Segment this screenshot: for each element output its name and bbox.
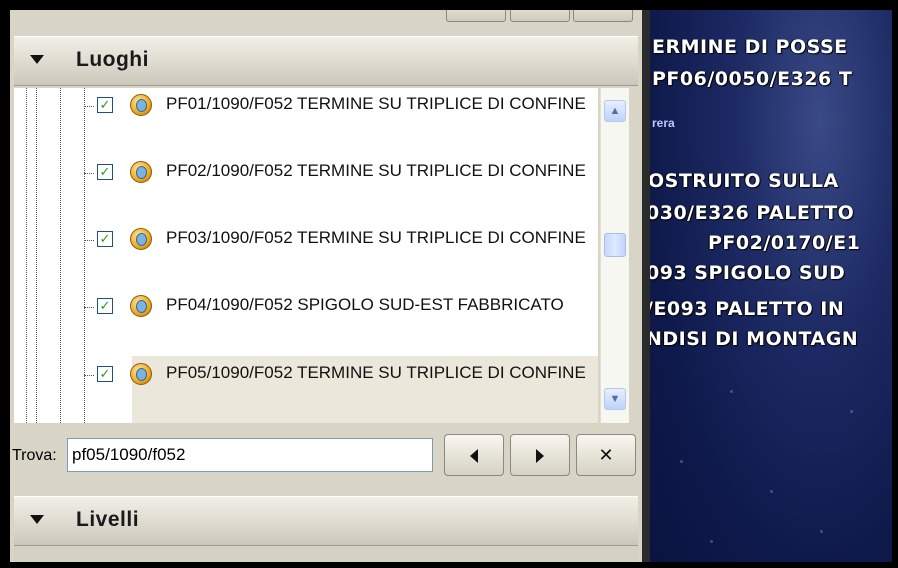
- placemark-icon: [130, 228, 152, 250]
- map-label[interactable]: /E093 PALETTO IN: [650, 298, 844, 320]
- places-section-header[interactable]: Luoghi: [14, 36, 638, 86]
- collapse-triangle-icon[interactable]: [30, 55, 44, 64]
- placemark-icon: [130, 295, 152, 317]
- map-view[interactable]: ERMINE DI POSSE PF06/0050/E326 T rera OS…: [650, 10, 892, 562]
- checkbox-checked-icon[interactable]: ✓: [97, 366, 113, 382]
- find-previous-button[interactable]: [444, 434, 504, 476]
- tree-item[interactable]: ✓ PF02/1090/F052 TERMINE SU TRIPLICE DI …: [14, 160, 598, 228]
- scroll-down-icon[interactable]: ▼: [604, 388, 626, 410]
- tree-item[interactable]: ✓ PF03/1090/F052 TERMINE SU TRIPLICE DI …: [14, 227, 598, 295]
- placemark-icon: [130, 161, 152, 183]
- map-label[interactable]: 030/E326 PALETTO: [650, 202, 854, 224]
- panel-divider[interactable]: [642, 10, 650, 562]
- map-label[interactable]: OSTRUITO SULLA: [650, 170, 839, 192]
- tree-item[interactable]: ✓ PF04/1090/F052 SPIGOLO SUD-EST FABBRIC…: [14, 294, 598, 362]
- tree-item-label: PF04/1090/F052 SPIGOLO SUD-EST FABBRICAT…: [166, 295, 564, 314]
- placemark-icon: [130, 94, 152, 116]
- map-label[interactable]: PF02/0170/E1: [708, 232, 860, 254]
- find-input[interactable]: [67, 438, 433, 472]
- layers-section-header[interactable]: Livelli: [14, 496, 638, 546]
- sidebar-panel: Luoghi ✓ PF01/1090/F052 TERMINE SU TRIPL…: [10, 10, 642, 562]
- find-close-button[interactable]: ✕: [576, 434, 636, 476]
- tree-item-label: PF02/1090/F052 TERMINE SU TRIPLICE DI CO…: [166, 161, 586, 180]
- map-label[interactable]: ERMINE DI POSSE: [652, 36, 848, 58]
- tree-item-label: PF05/1090/F052 TERMINE SU TRIPLICE DI CO…: [166, 363, 586, 382]
- close-icon: ✕: [598, 445, 614, 465]
- layers-content: [14, 546, 638, 562]
- find-next-button[interactable]: [510, 434, 570, 476]
- map-label[interactable]: 093 SPIGOLO SUD: [650, 262, 845, 284]
- tree-item[interactable]: ✓ PF01/1090/F052 TERMINE SU TRIPLICE DI …: [14, 93, 598, 161]
- checkbox-checked-icon[interactable]: ✓: [97, 231, 113, 247]
- triangle-left-icon: [470, 449, 478, 464]
- app-frame: Luoghi ✓ PF01/1090/F052 TERMINE SU TRIPL…: [10, 10, 892, 562]
- checkbox-checked-icon[interactable]: ✓: [97, 97, 113, 113]
- checkbox-checked-icon[interactable]: ✓: [97, 164, 113, 180]
- tree-scrollbar[interactable]: ▲ ▼: [600, 88, 629, 423]
- tree-item-selected[interactable]: ✓ PF05/1090/F052 TERMINE SU TRIPLICE DI …: [14, 356, 598, 423]
- places-title: Luoghi: [76, 48, 149, 71]
- map-label[interactable]: rera: [652, 116, 675, 130]
- placemark-icon: [130, 363, 152, 385]
- places-tree[interactable]: ✓ PF01/1090/F052 TERMINE SU TRIPLICE DI …: [14, 88, 598, 423]
- scroll-thumb[interactable]: [604, 233, 626, 257]
- layers-title: Livelli: [76, 508, 140, 531]
- toolbar-button-2[interactable]: [510, 10, 570, 22]
- find-label: Trova:: [12, 447, 57, 464]
- tree-item-label: PF01/1090/F052 TERMINE SU TRIPLICE DI CO…: [166, 94, 586, 113]
- scroll-up-icon[interactable]: ▲: [604, 100, 626, 122]
- tree-item-label: PF03/1090/F052 TERMINE SU TRIPLICE DI CO…: [166, 228, 586, 247]
- map-label[interactable]: PF06/0050/E326 T: [652, 68, 852, 90]
- collapse-triangle-icon[interactable]: [30, 515, 44, 524]
- toolbar-button-3[interactable]: [573, 10, 633, 22]
- checkbox-checked-icon[interactable]: ✓: [97, 298, 113, 314]
- triangle-right-icon: [536, 449, 544, 464]
- toolbar-button-1[interactable]: [446, 10, 506, 22]
- map-label[interactable]: NDISI DI MONTAGN: [650, 328, 858, 350]
